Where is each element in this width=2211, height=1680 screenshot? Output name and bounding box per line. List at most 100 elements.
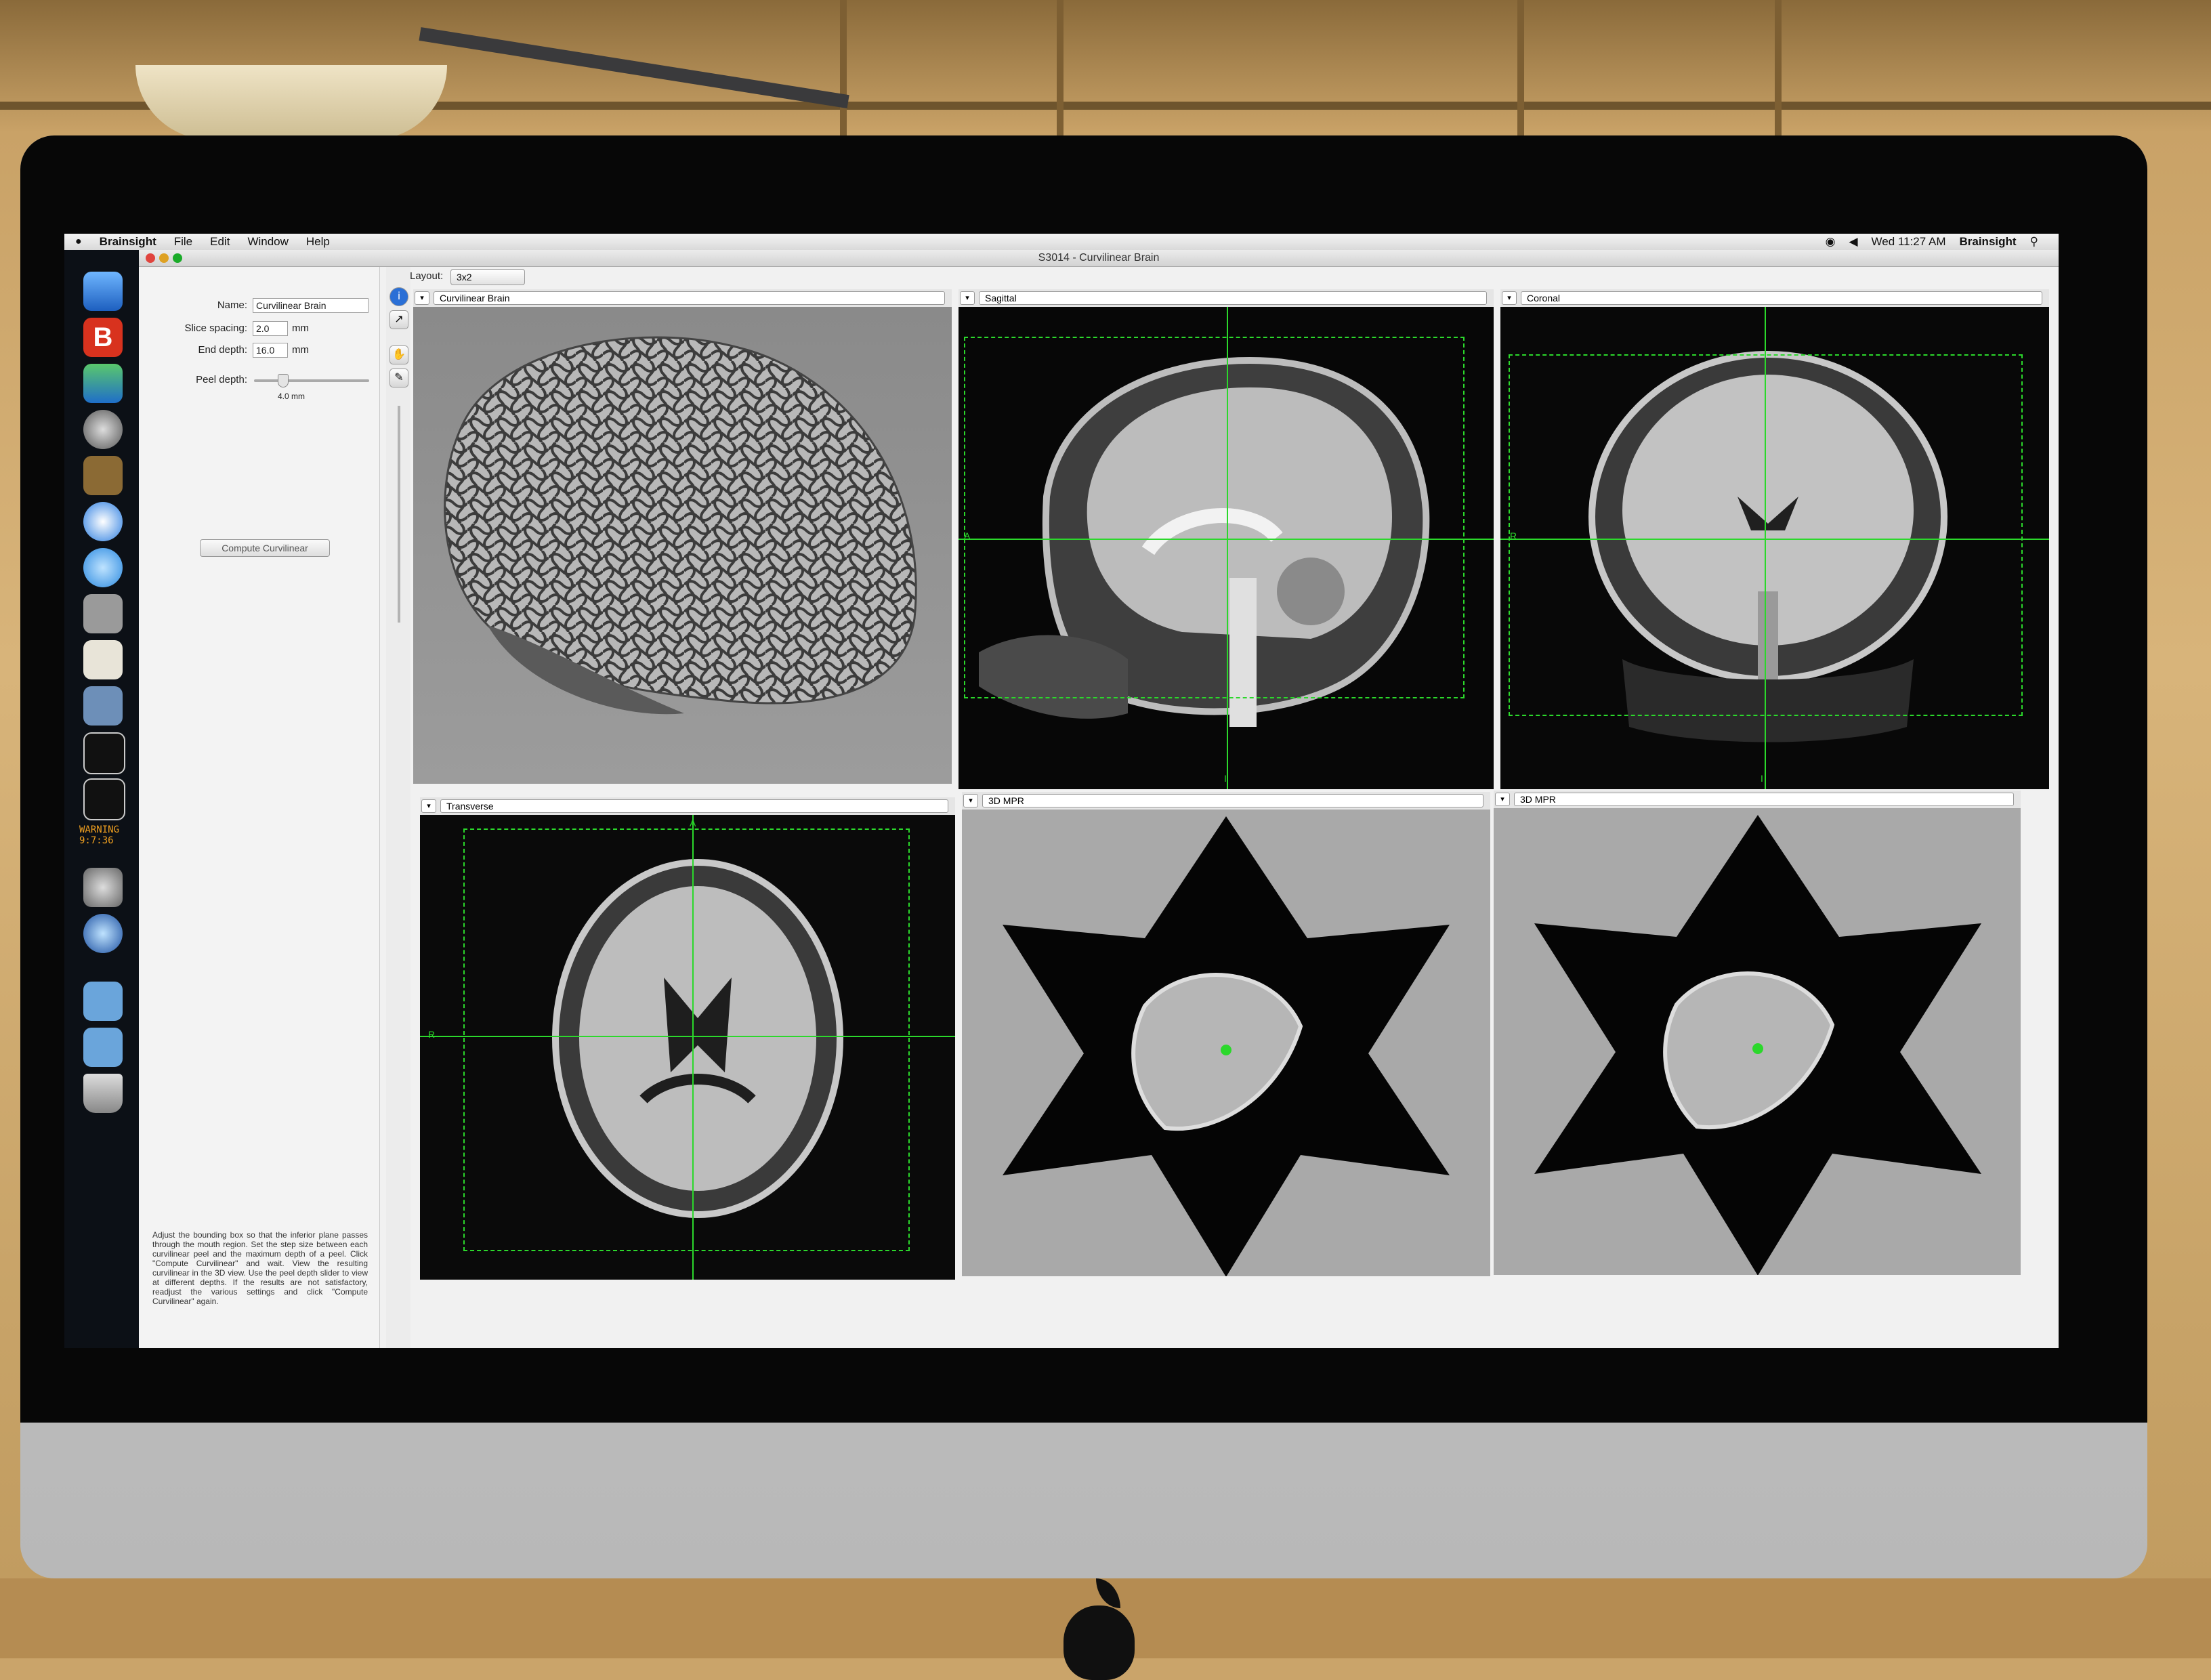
app-icon[interactable] (83, 364, 123, 403)
view-menu-button[interactable]: ▾ (1502, 291, 1517, 305)
slice-spacing-label: Slice spacing: (184, 322, 247, 334)
zoom-slider[interactable] (398, 406, 400, 623)
menu-help[interactable]: Help (306, 235, 330, 249)
view-title-select[interactable]: Curvilinear Brain (434, 291, 945, 305)
end-depth-unit: mm (292, 344, 309, 356)
crosshair-horizontal[interactable] (959, 539, 1494, 540)
help-text: Adjust the bounding box so that the infe… (152, 1230, 368, 1306)
orientation-label-a: A (964, 530, 971, 541)
user-menu[interactable]: Brainsight (1959, 235, 2016, 249)
name-label: Name: (217, 299, 247, 311)
view-title-select[interactable]: 3D MPR (982, 794, 1483, 807)
bounding-box[interactable] (964, 337, 1465, 698)
view-menu-button[interactable]: ▾ (960, 291, 975, 305)
hand-tool-icon[interactable]: ✋ (389, 345, 408, 364)
brainsight-icon[interactable]: B (83, 318, 123, 357)
brain-surface-render (444, 336, 917, 715)
time-machine-icon[interactable] (83, 914, 123, 953)
menu-edit[interactable]: Edit (210, 235, 230, 249)
trash-icon[interactable] (83, 1074, 123, 1113)
cabinet-edge (840, 0, 847, 142)
expand-icon[interactable]: ↗ (389, 310, 408, 329)
launchpad-icon[interactable] (83, 410, 123, 449)
screen: ● Brainsight File Edit Window Help ◉ ◀ W… (64, 234, 2059, 1348)
system-preferences-icon[interactable] (83, 868, 123, 907)
view-3d-mpr-right[interactable]: ▾ 3D MPR (1494, 791, 2021, 1275)
view-title-select[interactable]: 3D MPR (1514, 793, 2014, 806)
app-store-icon[interactable] (83, 456, 123, 495)
settings-panel: Name: Curvilinear Brain Slice spacing: 2… (139, 267, 380, 1348)
mpr-3d-render (1003, 816, 1450, 1276)
ruler-tool-icon[interactable]: ✎ (389, 369, 408, 387)
safari-icon[interactable] (83, 502, 123, 541)
peel-depth-slider-thumb[interactable] (278, 374, 289, 387)
facetime-icon[interactable] (83, 548, 123, 587)
spotlight-icon[interactable]: ⚲ (2030, 235, 2038, 249)
console-time-label: 9:7:36 (79, 835, 114, 846)
status-area: ◉ ◀ Wed 11:27 AM Brainsight ⚲ (1826, 235, 2038, 249)
wifi-icon[interactable]: ◉ (1826, 235, 1836, 249)
view-transverse[interactable]: ▾ Transverse R A (420, 797, 955, 1280)
iphoto-icon[interactable] (83, 686, 123, 726)
finder-icon[interactable] (83, 272, 123, 311)
slice-spacing-field[interactable]: 2.0 (253, 321, 288, 336)
console-warning-label: WARNING (79, 824, 120, 835)
crosshair-vertical[interactable] (692, 815, 694, 1280)
view-curvilinear-brain[interactable]: ▾ Curvilinear Brain (413, 289, 952, 784)
dock: B WARNING 9:7:36 (64, 250, 139, 1348)
cabinet-edge (1057, 0, 1064, 142)
mpr-3d-render (1534, 815, 1981, 1275)
apple-logo-icon (1057, 1578, 1138, 1680)
view-sagittal[interactable]: ▾ Sagittal A I (959, 289, 1494, 789)
view-menu-button[interactable]: ▾ (1495, 793, 1510, 806)
view-3d-mpr-left[interactable]: ▾ 3D MPR (962, 792, 1490, 1276)
menu-file[interactable]: File (174, 235, 192, 249)
volume-icon[interactable]: ◀ (1849, 235, 1857, 249)
orientation-label-i: I (1224, 773, 1227, 784)
minimize-window-icon[interactable] (159, 253, 169, 263)
app-menu[interactable]: Brainsight (100, 235, 156, 249)
end-depth-field[interactable]: 16.0 (253, 343, 288, 358)
crosshair-horizontal[interactable] (1500, 539, 2049, 540)
calculator-icon[interactable] (83, 594, 123, 633)
view-coronal[interactable]: ▾ Coronal R I (1500, 289, 2049, 789)
menu-window[interactable]: Window (247, 235, 288, 249)
downloads-folder-icon[interactable] (83, 1028, 123, 1067)
name-field[interactable]: Curvilinear Brain (253, 298, 368, 313)
peel-depth-slider[interactable] (254, 379, 369, 382)
clock[interactable]: Wed 11:27 AM (1872, 235, 1946, 249)
terminal-icon[interactable] (83, 732, 125, 774)
layout-select[interactable]: 3x2 (450, 269, 525, 285)
orientation-label-a: A (690, 818, 696, 828)
preview-icon[interactable] (83, 640, 123, 679)
close-window-icon[interactable] (146, 253, 155, 263)
view-menu-button[interactable]: ▾ (963, 794, 978, 807)
bowl (135, 65, 447, 140)
info-icon[interactable]: i (389, 287, 408, 306)
zoom-window-icon[interactable] (173, 253, 182, 263)
bounding-box[interactable] (463, 828, 910, 1251)
window-titlebar: S3014 - Curvilinear Brain (139, 250, 2059, 267)
view-menu-button[interactable]: ▾ (421, 799, 436, 813)
orientation-label-r: R (1510, 530, 1517, 541)
layout-label: Layout: (410, 270, 444, 282)
apple-menu-icon[interactable]: ● (75, 236, 82, 248)
peel-depth-label: Peel depth: (196, 374, 247, 385)
window-title: S3014 - Curvilinear Brain (1038, 252, 1160, 264)
compute-curvilinear-button[interactable]: Compute Curvilinear (200, 539, 330, 557)
slice-spacing-unit: mm (292, 322, 309, 334)
view-title-select[interactable]: Transverse (440, 799, 948, 813)
crosshair-vertical[interactable] (1227, 307, 1228, 789)
cabinet-edge (1775, 0, 1782, 142)
view-menu-button[interactable]: ▾ (415, 291, 429, 305)
peel-depth-value: 4.0 mm (278, 392, 306, 401)
crosshair-horizontal[interactable] (420, 1036, 955, 1037)
activity-monitor-icon[interactable] (83, 778, 125, 820)
console-icon[interactable]: WARNING 9:7:36 (79, 824, 127, 846)
crosshair-vertical[interactable] (1765, 307, 1766, 789)
view-title-select[interactable]: Coronal (1521, 291, 2042, 305)
folder-icon[interactable] (83, 982, 123, 1021)
orientation-label-r: R (428, 1029, 436, 1040)
tool-strip: i ↗ ✋ ✎ (386, 267, 410, 1348)
view-title-select[interactable]: Sagittal (979, 291, 1487, 305)
